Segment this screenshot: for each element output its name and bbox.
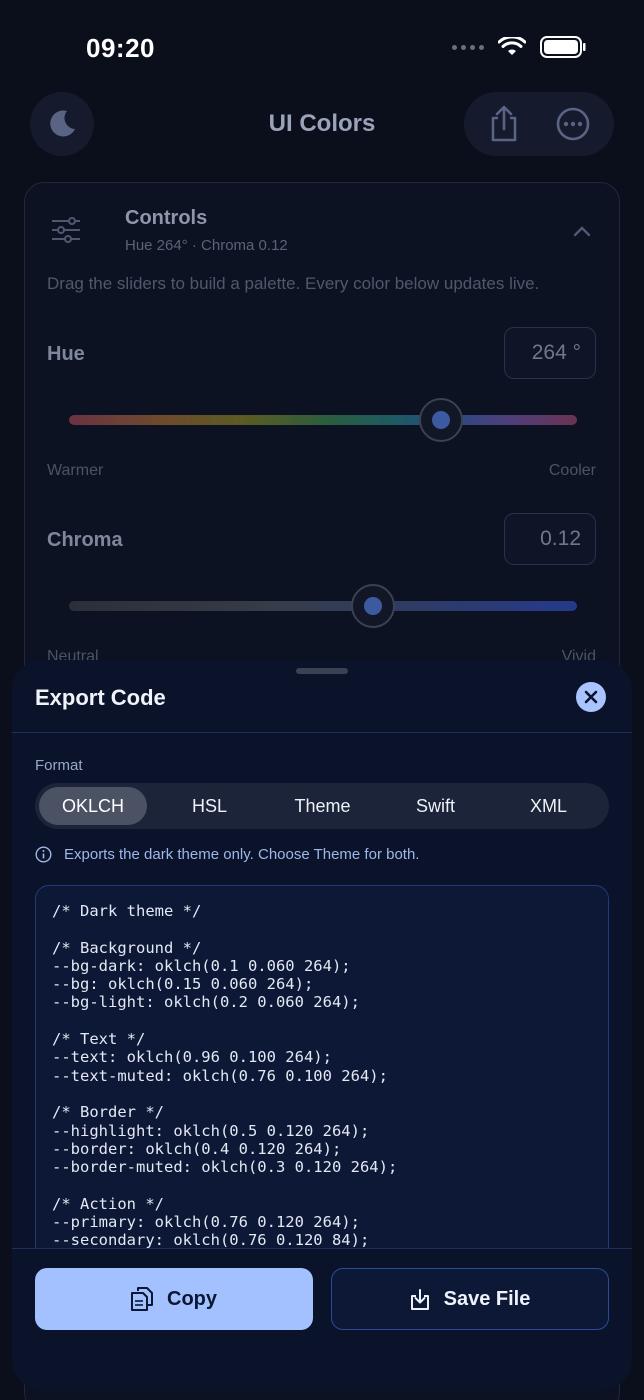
format-tab-oklch[interactable]: OKLCH: [39, 787, 147, 825]
format-tab-xml[interactable]: XML: [492, 787, 605, 825]
code-line: --border: oklch(0.4 0.120 264);: [52, 1139, 342, 1158]
hue-slider-track[interactable]: [69, 415, 577, 425]
close-icon: [584, 690, 598, 704]
sheet-footer: Copy Save File: [12, 1248, 632, 1390]
code-line: --bg-light: oklch(0.2 0.060 264);: [52, 993, 360, 1012]
format-tab-theme[interactable]: Theme: [266, 787, 379, 825]
hue-max-label: Cooler: [548, 462, 596, 479]
code-line: /* Border */: [52, 1103, 164, 1122]
export-sheet: Export Code Format OKLCH HSL Theme Swift…: [12, 660, 632, 1390]
status-icons: [452, 36, 586, 58]
share-icon[interactable]: [487, 104, 521, 144]
battery-icon: [540, 36, 586, 58]
format-tab-hsl[interactable]: HSL: [153, 787, 266, 825]
code-block[interactable]: /* Dark theme */ /* Background */--bg-dar…: [35, 885, 609, 1285]
download-icon: [410, 1289, 429, 1310]
save-file-button[interactable]: Save File: [331, 1268, 609, 1330]
hue-value-field[interactable]: 264 °: [504, 327, 596, 379]
code-line: /* Background */: [52, 938, 202, 957]
chroma-slider-thumb[interactable]: [351, 584, 395, 628]
format-tab-swift[interactable]: Swift: [379, 787, 492, 825]
copy-button[interactable]: Copy: [35, 1268, 313, 1330]
code-line: /* Action */: [52, 1194, 164, 1213]
format-label: Format: [35, 757, 83, 774]
code-line: --primary: oklch(0.76 0.120 264);: [52, 1213, 360, 1232]
save-file-button-label: Save File: [443, 1287, 531, 1310]
nav-actions: [464, 92, 614, 156]
code-line: /* Text */: [52, 1030, 146, 1049]
sheet-divider: [12, 732, 632, 733]
code-line: --bg-dark: oklch(0.1 0.060 264);: [52, 956, 351, 975]
controls-subtitle: Hue 264° · Chroma 0.12: [125, 237, 288, 254]
controls-description: Drag the sliders to build a palette. Eve…: [47, 274, 540, 293]
code-line: --secondary: oklch(0.76 0.120 84);: [52, 1231, 370, 1250]
code-line: --border-muted: oklch(0.3 0.120 264);: [52, 1158, 398, 1177]
chroma-value-field[interactable]: 0.12: [504, 513, 596, 565]
code-line: --text: oklch(0.96 0.100 264);: [52, 1048, 332, 1067]
wifi-icon: [498, 37, 526, 55]
hue-slider-thumb[interactable]: [419, 398, 463, 442]
chevron-up-icon[interactable]: [573, 225, 591, 237]
code-lines: /* Dark theme */ /* Background */--bg-dar…: [36, 886, 608, 1250]
hue-min-label: Warmer: [47, 462, 104, 479]
more-icon[interactable]: [555, 106, 591, 142]
sliders-icon: [52, 217, 80, 243]
copy-icon: [131, 1287, 153, 1311]
chroma-label: Chroma: [47, 529, 123, 551]
sheet-title: Export Code: [35, 685, 166, 710]
controls-title: Controls: [125, 207, 208, 229]
code-line: /* Dark theme */: [52, 902, 202, 920]
hue-label: Hue: [47, 343, 85, 365]
controls-header[interactable]: Controls Hue 264° · Chroma 0.12: [49, 207, 595, 257]
code-line: --highlight: oklch(0.5 0.120 264);: [52, 1121, 370, 1140]
chroma-slider-track[interactable]: [69, 601, 577, 611]
sheet-grabber[interactable]: [296, 668, 348, 674]
code-line: --bg: oklch(0.15 0.060 264);: [52, 975, 314, 994]
code-line: --text-muted: oklch(0.76 0.100 264);: [52, 1066, 388, 1085]
info-text: Exports the dark theme only. Choose Them…: [64, 846, 420, 863]
format-segmented-control: OKLCH HSL Theme Swift XML: [35, 783, 609, 829]
status-time: 09:20: [86, 33, 155, 63]
copy-button-label: Copy: [167, 1287, 217, 1310]
info-icon: [35, 846, 52, 863]
signal-dots-icon: [452, 44, 484, 50]
format-info: Exports the dark theme only. Choose Them…: [35, 846, 419, 863]
close-button[interactable]: [576, 682, 606, 712]
